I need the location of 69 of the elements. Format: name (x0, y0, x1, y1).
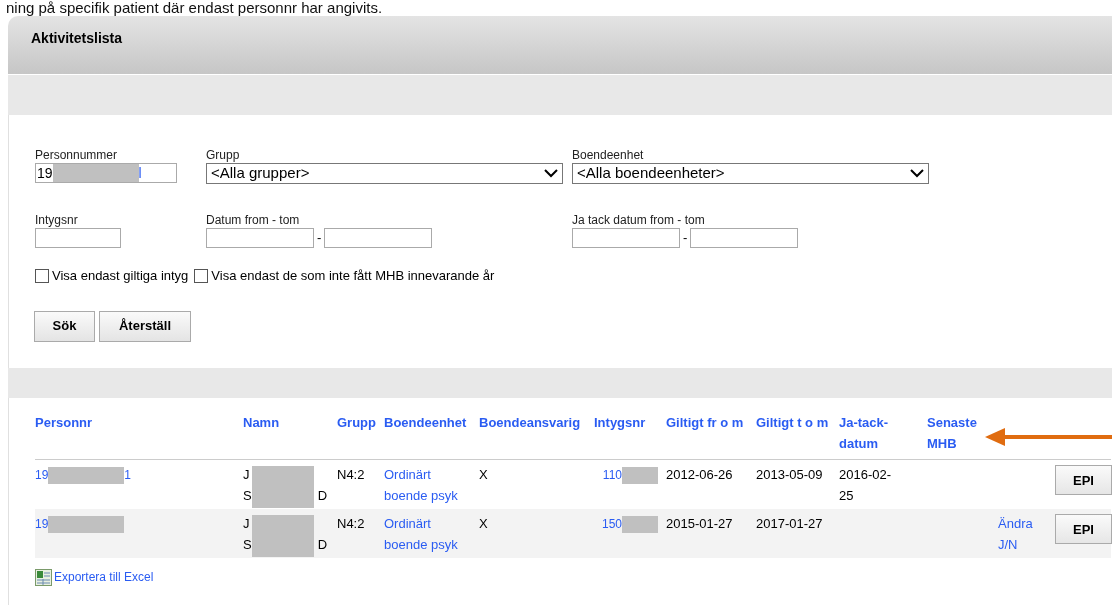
person-number-link[interactable]: 1 (124, 468, 132, 482)
table-cell-text: D (317, 536, 328, 554)
certificate-link[interactable]: 150 (601, 517, 622, 531)
column-header[interactable]: Grupp (337, 412, 376, 433)
reset-button[interactable]: Återställ (99, 310, 191, 342)
edit-link[interactable]: Ändra J/N (998, 513, 1038, 555)
dropdown[interactable]: <Alla boendeenheter> (572, 163, 929, 184)
table-cell: N4:2 (337, 516, 365, 531)
epi-button[interactable]: EPI (1055, 465, 1112, 495)
table-cell-text: J (243, 515, 251, 533)
dropdown[interactable]: <Alla grupper> (206, 163, 563, 184)
column-header[interactable]: Personnr (35, 412, 93, 433)
table-cell: 2012-06-26 (666, 467, 733, 482)
search-button[interactable]: Sök (34, 310, 95, 342)
range-separator: - (317, 229, 322, 248)
checkbox[interactable] (194, 268, 209, 283)
redaction-block (622, 516, 658, 534)
field-label: Intygsnr (35, 213, 79, 228)
certificate-link[interactable]: 110 (602, 468, 622, 482)
field-value: l (138, 163, 142, 183)
field-label: Datum from - tom (206, 213, 301, 228)
table-cell: X (479, 516, 488, 531)
column-header[interactable]: Namn (243, 412, 280, 433)
redaction-block (252, 515, 314, 557)
column-header[interactable]: Boendeansvarig (479, 412, 581, 433)
column-header[interactable]: Intygsnr (594, 412, 646, 433)
unit-link[interactable]: Ordinärt boende psyk (384, 513, 469, 555)
epi-button[interactable]: EPI (1055, 514, 1112, 544)
checkbox-label: Visa endast giltiga intyg (52, 267, 189, 285)
input-field[interactable]: 19 l (35, 163, 177, 183)
field-label: Grupp (206, 148, 241, 163)
table-cell: X (479, 467, 488, 482)
table-cell: 2013-05-09 (756, 467, 823, 482)
table-cell-text: 2016-02-25 (839, 466, 893, 505)
panel-title: Aktivitetslista (31, 30, 123, 46)
table-cell-text: S (243, 536, 252, 554)
person-number-link[interactable]: 19 (35, 517, 49, 531)
chevron-down-icon (544, 169, 558, 178)
input-field[interactable] (572, 228, 680, 248)
table-cell: 2015-01-27 (666, 516, 733, 531)
redaction-block (252, 466, 314, 508)
column-header[interactable]: Giltigt fr o m (666, 412, 744, 433)
table-cell-text: D (317, 487, 328, 505)
input-field[interactable] (35, 228, 121, 248)
redaction-block (622, 467, 658, 485)
spreadsheet-icon (35, 568, 52, 586)
input-field[interactable] (324, 228, 433, 248)
column-header[interactable]: Boendeenhet (384, 412, 467, 433)
table-cell-text: J (243, 466, 251, 484)
checkbox[interactable] (35, 268, 49, 283)
field-label: Ja tack datum from - tom (572, 213, 706, 228)
input-field[interactable] (690, 228, 799, 248)
field-label: Boendeenhet (572, 148, 645, 163)
chevron-down-icon (910, 169, 924, 178)
person-number-link[interactable]: 19 (35, 468, 49, 482)
caption-text: ning på specifik patient där endast personnr har angivits. (5, 0, 384, 16)
column-header[interactable]: Ja-tack-datum (839, 412, 917, 454)
input-field[interactable] (206, 228, 314, 248)
field-value: 19 (37, 163, 53, 183)
unit-link[interactable]: Ordinärt boende psyk (384, 464, 469, 506)
table-cell: 2017-01-27 (756, 516, 823, 531)
table-cell: N4:2 (337, 467, 365, 482)
range-separator: - (683, 229, 688, 248)
column-header[interactable]: Giltigt t o m (756, 412, 829, 433)
table-cell-text: S (243, 487, 252, 505)
field-label: Personnummer (35, 148, 119, 163)
checkbox-label: Visa endast de som inte fått MHB innevarande år (211, 267, 495, 285)
column-header[interactable]: Senaste MHB (927, 412, 987, 454)
export-link[interactable]: Exportera till Excel (54, 568, 154, 586)
